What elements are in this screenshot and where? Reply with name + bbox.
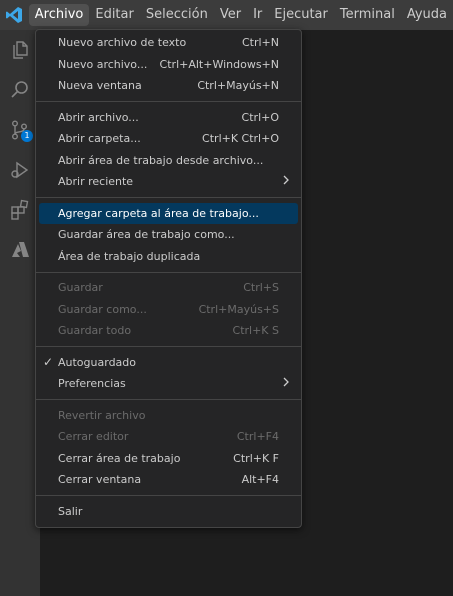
menu-item-label: Guardar área de trabajo como... bbox=[58, 228, 235, 242]
menu-item-label: Cerrar ventana bbox=[58, 473, 142, 487]
menu-item-label: Cerrar área de trabajo bbox=[58, 451, 181, 465]
menubar-terminal[interactable]: Terminal bbox=[334, 4, 401, 26]
menu-item-4-1[interactable]: Preferencias bbox=[39, 373, 298, 395]
menu-item-label: Nuevo archivo... bbox=[58, 57, 148, 71]
source-control-icon[interactable]: 1 bbox=[0, 112, 40, 148]
menu-separator bbox=[36, 271, 301, 273]
menu-item-shortcut: Ctrl+K S bbox=[232, 324, 279, 338]
menubar-ayuda[interactable]: Ayuda bbox=[401, 4, 453, 26]
extensions-icon[interactable] bbox=[0, 192, 40, 228]
menu-separator bbox=[36, 346, 301, 347]
menu-item-label: Preferencias bbox=[58, 377, 126, 391]
menu-item-shortcut: Ctrl+Alt+Windows+N bbox=[159, 57, 279, 71]
menu-item-label: Área de trabajo duplicada bbox=[58, 249, 201, 263]
menu-item-2-0[interactable]: Agregar carpeta al área de trabajo... bbox=[39, 202, 298, 224]
menu-item-label: Guardar bbox=[58, 281, 103, 295]
menubar: Archivo Editar Selección Ver Ir Ejecutar… bbox=[0, 0, 453, 30]
menubar-ejecutar[interactable]: Ejecutar bbox=[268, 4, 334, 26]
vscode-logo-icon[interactable] bbox=[0, 0, 29, 30]
menu-item-label: Abrir área de trabajo desde archivo... bbox=[58, 153, 264, 167]
menu-item-label: Nueva ventana bbox=[58, 79, 142, 93]
menu-item-label: Autoguardado bbox=[58, 355, 136, 369]
menu-item-shortcut: Ctrl+N bbox=[241, 36, 279, 50]
menu-item-label: Salir bbox=[58, 504, 83, 518]
menu-item-4-0[interactable]: ✓ Autoguardado bbox=[39, 352, 298, 374]
menu-item-3-2: Guardar todo Ctrl+K S bbox=[39, 320, 298, 342]
menu-separator bbox=[36, 101, 301, 102]
menu-item-1-0[interactable]: Abrir archivo... Ctrl+O bbox=[39, 107, 298, 129]
menu-item-5-1: Cerrar editor Ctrl+F4 bbox=[39, 426, 298, 448]
source-control-badge: 1 bbox=[21, 130, 33, 142]
menu-separator bbox=[36, 495, 301, 496]
menu-item-5-2[interactable]: Cerrar área de trabajo Ctrl+K F bbox=[39, 448, 298, 470]
menu-separator bbox=[36, 197, 301, 198]
menu-item-shortcut: Ctrl+K Ctrl+O bbox=[202, 132, 279, 146]
menu-item-shortcut: Ctrl+S bbox=[243, 281, 279, 295]
menu-item-label: Revertir archivo bbox=[58, 408, 146, 422]
activity-bar: 1 bbox=[0, 30, 40, 596]
menu-item-label: Guardar como... bbox=[58, 302, 147, 316]
menu-item-6-0[interactable]: Salir bbox=[39, 501, 298, 523]
menu-item-shortcut: Ctrl+K F bbox=[233, 451, 279, 465]
menubar-seleccion[interactable]: Selección bbox=[140, 4, 214, 26]
menu-item-5-0: Revertir archivo bbox=[39, 405, 298, 427]
menu-separator bbox=[36, 399, 301, 400]
menu-item-1-1[interactable]: Abrir carpeta... Ctrl+K Ctrl+O bbox=[39, 128, 298, 150]
menu-item-label: Abrir carpeta... bbox=[58, 132, 141, 146]
menubar-editar[interactable]: Editar bbox=[89, 4, 140, 26]
menubar-archivo[interactable]: Archivo bbox=[28, 4, 90, 26]
explorer-icon[interactable] bbox=[0, 32, 40, 68]
file-menu: Nuevo archivo de texto Ctrl+N Nuevo archiv… bbox=[35, 29, 302, 528]
menu-item-1-3[interactable]: Abrir reciente bbox=[39, 171, 298, 193]
azure-icon[interactable] bbox=[0, 232, 40, 268]
menu-item-shortcut: Ctrl+Mayús+S bbox=[198, 302, 279, 316]
menu-item-2-2[interactable]: Área de trabajo duplicada bbox=[39, 246, 298, 268]
menu-item-label: Agregar carpeta al área de trabajo... bbox=[58, 206, 259, 220]
menu-item-label: Guardar todo bbox=[58, 324, 132, 338]
chevron-right-icon bbox=[282, 175, 290, 188]
menu-item-label: Abrir archivo... bbox=[58, 110, 139, 124]
menu-item-2-1[interactable]: Guardar área de trabajo como... bbox=[39, 224, 298, 246]
run-debug-icon[interactable] bbox=[0, 152, 40, 188]
menu-item-label: Cerrar editor bbox=[58, 430, 129, 444]
menubar-ver[interactable]: Ver bbox=[214, 4, 247, 26]
chevron-right-icon bbox=[282, 377, 290, 390]
menu-item-shortcut: Alt+F4 bbox=[241, 473, 279, 487]
menu-item-0-0[interactable]: Nuevo archivo de texto Ctrl+N bbox=[39, 32, 298, 54]
menu-item-0-1[interactable]: Nuevo archivo... Ctrl+Alt+Windows+N bbox=[39, 54, 298, 76]
menu-item-shortcut: Ctrl+O bbox=[241, 110, 279, 124]
menu-item-shortcut: Ctrl+F4 bbox=[236, 430, 279, 444]
search-icon[interactable] bbox=[0, 72, 40, 108]
menu-item-shortcut: Ctrl+Mayús+N bbox=[197, 79, 279, 93]
menubar-ir[interactable]: Ir bbox=[247, 4, 268, 26]
menu-item-0-2[interactable]: Nueva ventana Ctrl+Mayús+N bbox=[39, 75, 298, 97]
menu-item-label: Abrir reciente bbox=[58, 175, 134, 189]
check-icon: ✓ bbox=[43, 355, 54, 370]
menu-item-5-3[interactable]: Cerrar ventana Alt+F4 bbox=[39, 469, 298, 491]
menu-item-3-1: Guardar como... Ctrl+Mayús+S bbox=[39, 299, 298, 321]
menu-item-label: Nuevo archivo de texto bbox=[58, 36, 187, 50]
menu-item-1-2[interactable]: Abrir área de trabajo desde archivo... bbox=[39, 150, 298, 172]
menu-item-3-0: Guardar Ctrl+S bbox=[39, 277, 298, 299]
